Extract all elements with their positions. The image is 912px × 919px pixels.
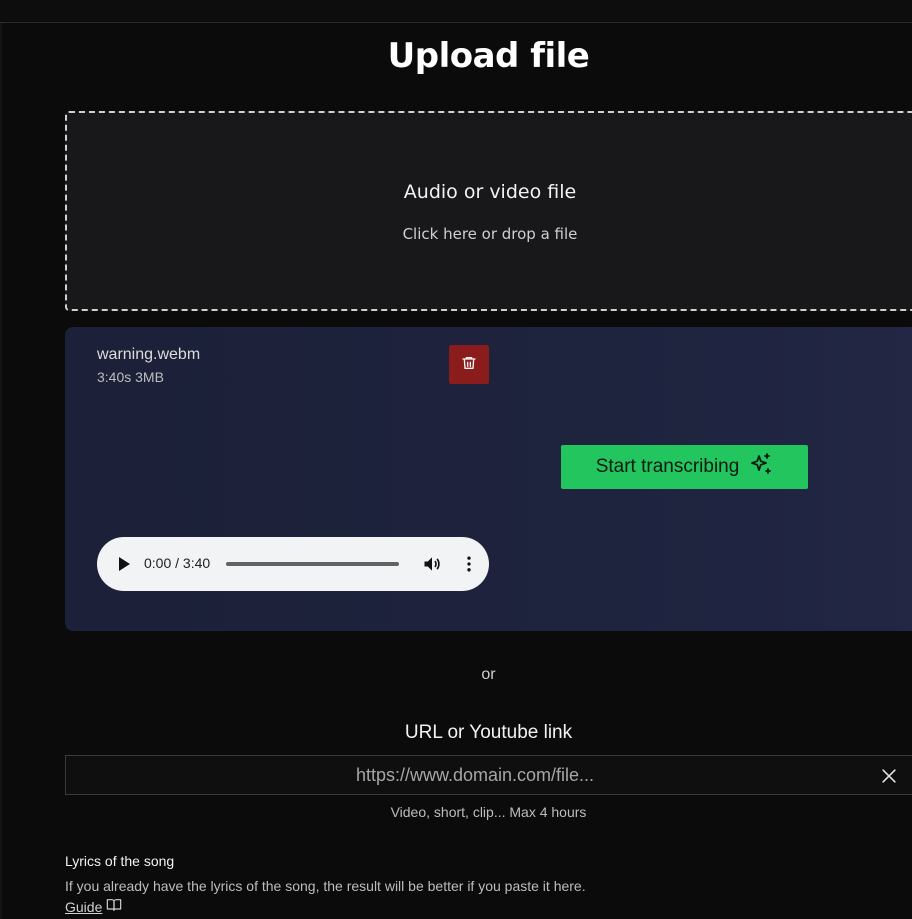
player-time: 0:00 / 3:40 [144, 555, 211, 571]
file-dropzone[interactable]: Audio or video file Click here or drop a… [65, 111, 912, 311]
file-meta: 3:40s 3MB [97, 369, 164, 385]
trash-icon [461, 355, 477, 375]
close-icon[interactable] [879, 766, 899, 790]
lyrics-label: Lyrics of the song [65, 853, 175, 869]
left-edge [0, 23, 2, 919]
page-title: Upload file [387, 36, 590, 76]
more-vertical-icon[interactable] [459, 554, 479, 579]
guide-link[interactable]: Guide [65, 899, 102, 915]
url-section-title: URL or Youtube link [404, 722, 573, 743]
file-name: warning.webm [97, 346, 201, 363]
play-icon[interactable] [117, 556, 131, 577]
guide-row: Guide [65, 898, 122, 915]
volume-icon[interactable] [422, 554, 442, 579]
lyrics-description: If you already have the lyrics of the so… [65, 878, 586, 894]
start-transcribing-label: Start transcribing [595, 456, 740, 477]
start-transcribing-button[interactable]: Start transcribing [561, 445, 808, 489]
player-progress-bar[interactable] [226, 562, 399, 566]
audio-player: 0:00 / 3:40 [97, 537, 489, 591]
dropzone-title: Audio or video file [403, 181, 577, 203]
delete-file-button[interactable] [449, 345, 489, 384]
file-card: warning.webm 3:40s 3MB Start transcribin… [65, 327, 912, 631]
url-hint: Video, short, clip... Max 4 hours [390, 804, 587, 820]
url-input[interactable] [66, 756, 912, 794]
sparkles-icon [749, 452, 773, 482]
url-input-wrapper [65, 755, 912, 795]
top-bar [0, 0, 912, 23]
book-open-icon[interactable] [106, 898, 122, 915]
dropzone-subtitle: Click here or drop a file [402, 225, 578, 243]
or-divider: or [481, 666, 496, 683]
